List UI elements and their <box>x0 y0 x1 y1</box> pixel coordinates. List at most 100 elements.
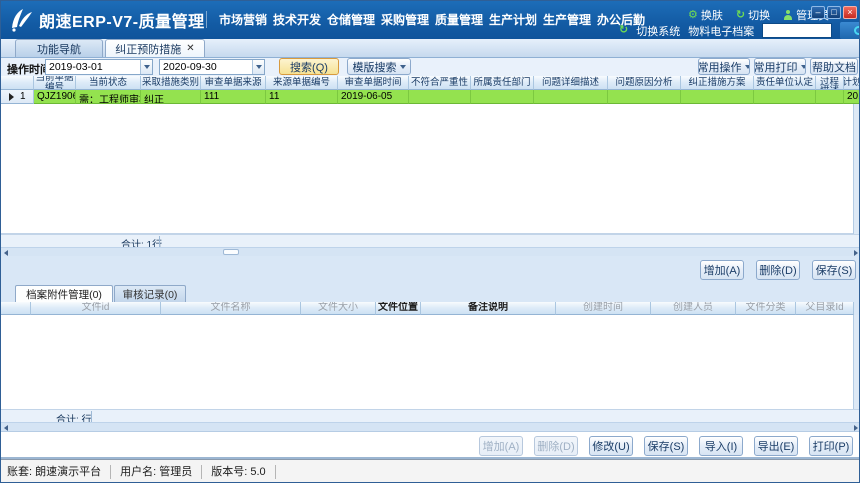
column-header[interactable]: 文件id <box>31 302 161 315</box>
column-header[interactable]: 计划 <box>844 76 860 90</box>
query-toolbar: 操作时间 2019-03-01 2020-09-30 搜索(Q) 模版搜索 常用… <box>1 58 860 76</box>
menu-warehouse[interactable]: 仓储管理 <box>327 11 375 28</box>
cell-problem-desc[interactable] <box>534 90 608 104</box>
grid-total-band: 合计: 1行 <box>1 234 860 247</box>
grid-button-band: 增加(A) 删除(D) 保存(S) <box>1 256 860 282</box>
scrollbar-thumb[interactable] <box>223 249 239 255</box>
material-archive-link[interactable]: 物料电子档案 <box>688 23 754 39</box>
grid-horizontal-scrollbar[interactable] <box>1 247 860 256</box>
erp-window: 朗速ERP-V7-质量管理 市场营销 技术开发 仓储管理 采购管理 质量管理 生… <box>0 0 860 483</box>
save-button[interactable]: 保存(S) <box>812 260 856 280</box>
tab-corrective-actions[interactable]: 纠正预防措施 ✕ <box>105 39 205 57</box>
add-button[interactable]: 增加(A) <box>700 260 744 280</box>
common-operations-button[interactable]: 常用操作 <box>698 58 750 75</box>
column-header[interactable]: 当前状态 <box>76 76 141 90</box>
switch-refresh-icon: ↻ <box>736 10 745 21</box>
header-actions: ⚙ 换肤 ↻ 切换 管理员 <box>688 7 829 23</box>
common-print-button[interactable]: 常用打印 <box>754 58 806 75</box>
tab-file-attachments[interactable]: 档案附件管理(0) <box>15 285 113 302</box>
window-controls: – □ × <box>811 6 857 19</box>
cell-responsible-unit[interactable] <box>754 90 816 104</box>
print-button[interactable]: 打印(P) <box>809 436 853 456</box>
column-header[interactable]: 备注说明 <box>421 302 556 315</box>
attachment-horizontal-scrollbar[interactable] <box>1 422 860 431</box>
column-header[interactable]: 文件名称 <box>161 302 301 315</box>
delete-button[interactable]: 删除(D) <box>756 260 800 280</box>
menu-production-mgmt[interactable]: 生产管理 <box>543 11 591 28</box>
search-button[interactable]: 搜索(Q) <box>279 58 339 75</box>
cell-doc-number[interactable]: QJZ1906... <box>34 90 76 104</box>
status-version: 版本号: 5.0 <box>211 465 275 479</box>
column-header[interactable]: 当前单据编号 <box>34 76 76 90</box>
column-header[interactable]: 文件分类 <box>736 302 796 315</box>
column-header[interactable]: 来源单据编号 <box>266 76 338 90</box>
table-row[interactable]: 1 QJZ1906... 需：工程师审核 纠正 111 11 2019-06-0… <box>1 90 860 104</box>
cell-cause-analysis[interactable] <box>608 90 681 104</box>
status-account: 账套: 朗速演示平台 <box>7 465 111 479</box>
column-header[interactable]: 文件位置 <box>376 302 421 315</box>
bottom-button-strip: 增加(A) 删除(D) 修改(U) 保存(S) 导入(I) 导出(E) 打印(P… <box>1 431 860 459</box>
cell-measure-plan[interactable] <box>681 90 754 104</box>
grid-vertical-scrollbar[interactable] <box>853 104 860 247</box>
template-search-button[interactable]: 模版搜索 <box>347 58 411 75</box>
global-search-input[interactable] <box>762 23 832 38</box>
column-header[interactable]: 父目录Id <box>796 302 854 315</box>
close-button[interactable]: × <box>843 6 857 19</box>
row-selected-arrow-icon <box>9 93 14 101</box>
menu-marketing[interactable]: 市场营销 <box>219 11 267 28</box>
date-to-picker[interactable]: 2020-09-30 <box>159 59 265 75</box>
column-header[interactable]: 审查单据来源 <box>201 76 266 90</box>
column-header[interactable]: 创建时间 <box>556 302 651 315</box>
cell-severity[interactable] <box>409 90 471 104</box>
row-number: 1 <box>20 91 26 102</box>
menu-tech-dev[interactable]: 技术开发 <box>273 11 321 28</box>
cell-review-source[interactable]: 111 <box>201 90 266 104</box>
column-header[interactable]: 所属责任部门 <box>471 76 534 90</box>
attachment-vertical-scrollbar[interactable] <box>853 315 860 422</box>
import-button[interactable]: 导入(I) <box>699 436 743 456</box>
cell-plan-time[interactable]: 2019 <box>844 90 860 104</box>
menu-quality[interactable]: 质量管理 <box>435 11 483 28</box>
column-header[interactable]: 采取措施类别 <box>141 76 201 90</box>
modify-button[interactable]: 修改(U) <box>589 436 633 456</box>
tab-close-icon[interactable]: ✕ <box>186 44 194 54</box>
cell-status[interactable]: 需：工程师审核 <box>76 90 141 104</box>
date-to-dropdown[interactable] <box>252 60 264 74</box>
date-to-value: 2020-09-30 <box>160 60 252 74</box>
column-header[interactable]: 文件大小 <box>301 302 376 315</box>
change-skin-button[interactable]: ⚙ 换肤 <box>688 7 723 23</box>
global-search-button[interactable] <box>840 22 860 39</box>
row-indicator-cell: 1 <box>1 90 34 104</box>
switch-system-link[interactable]: 切换系统 <box>636 23 680 39</box>
column-header[interactable]: 创建人员 <box>651 302 736 315</box>
cell-review-time[interactable]: 2019-06-05 <box>338 90 409 104</box>
column-header[interactable]: 审核过程描述 <box>816 76 844 90</box>
column-header[interactable]: 问题详细描述 <box>534 76 608 90</box>
date-from-dropdown[interactable] <box>140 60 152 74</box>
cell-measure-type[interactable]: 纠正 <box>141 90 201 104</box>
column-header[interactable]: 责任单位认定 <box>754 76 816 90</box>
column-header[interactable]: 不符合严重性 <box>409 76 471 90</box>
date-from-picker[interactable]: 2019-03-01 <box>45 59 153 75</box>
cell-audit-desc[interactable] <box>816 90 844 104</box>
cell-department[interactable] <box>471 90 534 104</box>
title-subbar: ↻ 切换系统 物料电子档案 <box>619 22 860 39</box>
column-header[interactable]: 审查单据时间 <box>338 76 409 90</box>
grid-corner-cell <box>1 76 34 90</box>
column-header[interactable]: 纠正措施方案 <box>681 76 754 90</box>
delete-button: 删除(D) <box>534 436 578 456</box>
switch-button[interactable]: ↻ 切换 <box>736 7 770 23</box>
cell-source-number[interactable]: 11 <box>266 90 338 104</box>
minimize-button[interactable]: – <box>811 6 825 19</box>
save-button[interactable]: 保存(S) <box>644 436 688 456</box>
title-bar: 朗速ERP-V7-质量管理 市场营销 技术开发 仓储管理 采购管理 质量管理 生… <box>1 1 860 39</box>
maximize-button[interactable]: □ <box>827 6 841 19</box>
help-doc-button[interactable]: 帮助文档 <box>810 58 858 75</box>
tab-audit-records[interactable]: 审核记录(0) <box>114 285 186 302</box>
column-header[interactable]: 问题原因分析 <box>608 76 681 90</box>
add-button: 增加(A) <box>479 436 523 456</box>
menu-purchasing[interactable]: 采购管理 <box>381 11 429 28</box>
tab-function-navigation[interactable]: 功能导航 <box>15 39 103 57</box>
export-button[interactable]: 导出(E) <box>754 436 798 456</box>
menu-production-plan[interactable]: 生产计划 <box>489 11 537 28</box>
